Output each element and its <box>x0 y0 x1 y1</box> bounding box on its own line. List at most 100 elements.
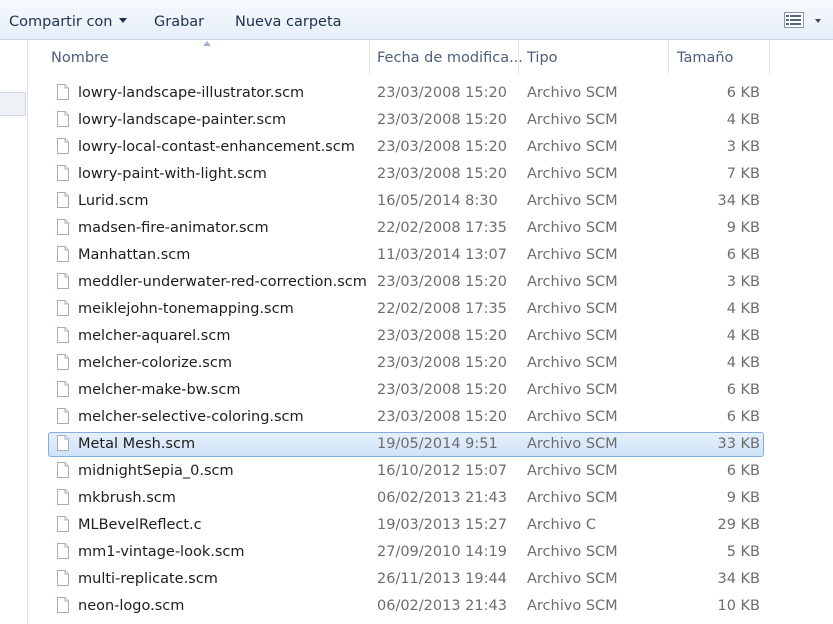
burn-button[interactable]: Grabar <box>154 12 204 32</box>
table-row[interactable]: mkbrush.scm 06/02/2013 21:43 Archivo SCM 9 … <box>42 486 822 511</box>
table-row[interactable]: lowry-local-contast-enhancement.scm 23/03… <box>42 135 822 160</box>
file-date: 23/03/2008 15:20 <box>377 112 507 128</box>
table-row[interactable]: neon-logo.scm 06/02/2013 21:43 Archivo SCM… <box>42 594 822 619</box>
column-header-size[interactable]: Tamaño <box>668 40 770 74</box>
file-type: Archivo SCM <box>527 247 618 263</box>
file-icon <box>57 435 69 451</box>
file-date: 22/02/2008 17:35 <box>377 301 507 317</box>
file-type: Archivo SCM <box>527 409 618 425</box>
file-size: 3 KB <box>726 274 760 290</box>
table-row[interactable]: meiklejohn-tonemapping.scm 22/02/2008 17:… <box>42 297 822 322</box>
file-icon <box>57 246 69 262</box>
file-date: 26/11/2013 19:44 <box>377 571 507 587</box>
file-icon <box>57 381 69 397</box>
file-type: Archivo SCM <box>527 571 618 587</box>
file-date: 23/03/2008 15:20 <box>377 166 507 182</box>
file-type: Archivo SCM <box>527 139 618 155</box>
file-icon <box>57 300 69 316</box>
file-list[interactable]: lowry-landscape-illustrator.scm 23/03/200… <box>42 60 833 624</box>
file-date: 23/03/2008 15:20 <box>377 85 507 101</box>
file-icon <box>57 111 69 127</box>
file-size: 7 KB <box>726 166 760 182</box>
file-icon <box>57 489 69 505</box>
file-size: 6 KB <box>726 85 760 101</box>
table-row[interactable]: meddler-underwater-red-correction.scm 23/… <box>42 270 822 295</box>
file-type: Archivo SCM <box>527 544 618 560</box>
file-size: 4 KB <box>726 355 760 371</box>
table-row[interactable]: multi-replicate.scm 26/11/2013 19:44 Archi… <box>42 567 822 592</box>
file-name: lowry-local-contast-enhancement.scm <box>78 139 355 155</box>
file-name: mm1-vintage-look.scm <box>78 544 245 560</box>
file-icon <box>57 192 69 208</box>
table-row[interactable]: lowry-landscape-illustrator.scm 23/03/200… <box>42 81 822 106</box>
details-view-icon[interactable] <box>784 12 804 28</box>
new-folder-button[interactable]: Nueva carpeta <box>235 12 342 32</box>
file-size: 3 KB <box>726 139 760 155</box>
file-size: 6 KB <box>726 409 760 425</box>
file-type: Archivo SCM <box>527 166 618 182</box>
file-name: meddler-underwater-red-correction.scm <box>78 274 367 290</box>
file-type: Archivo SCM <box>527 301 618 317</box>
table-row[interactable]: lowry-paint-with-light.scm 23/03/2008 15:… <box>42 162 822 187</box>
column-header-name[interactable]: Nombre <box>42 40 370 74</box>
file-type: Archivo SCM <box>527 85 618 101</box>
file-type: Archivo SCM <box>527 112 618 128</box>
table-row[interactable]: mm1-vintage-look.scm 27/09/2010 14:19 Arch… <box>42 540 822 565</box>
file-date: 23/03/2008 15:20 <box>377 409 507 425</box>
table-row-selected[interactable]: Metal Mesh.scm 19/05/2014 9:51 Archivo SCM… <box>42 432 822 457</box>
file-icon <box>57 138 69 154</box>
file-size: 6 KB <box>726 247 760 263</box>
view-options-dropdown-icon[interactable] <box>815 19 821 23</box>
table-row[interactable]: madsen-fire-animator.scm 22/02/2008 17:35… <box>42 216 822 241</box>
file-icon <box>57 165 69 181</box>
file-icon <box>57 543 69 559</box>
file-name: melcher-make-bw.scm <box>78 382 241 398</box>
file-name: lowry-landscape-illustrator.scm <box>78 85 305 101</box>
table-row[interactable]: Manhattan.scm 11/03/2014 13:07 Archivo SCM… <box>42 243 822 268</box>
file-type: Archivo SCM <box>527 598 618 614</box>
file-type: Archivo SCM <box>527 193 618 209</box>
file-name: neon-logo.scm <box>78 598 185 614</box>
share-with-button[interactable]: Compartir con <box>9 12 127 32</box>
file-size: 6 KB <box>726 463 760 479</box>
file-date: 19/03/2013 15:27 <box>377 517 507 533</box>
file-name: mkbrush.scm <box>78 490 176 506</box>
file-icon <box>57 219 69 235</box>
table-row[interactable]: melcher-colorize.scm 23/03/2008 15:20 Arch… <box>42 351 822 376</box>
navigation-selected-item[interactable] <box>0 92 26 116</box>
file-name: Manhattan.scm <box>78 247 191 263</box>
file-type: Archivo SCM <box>527 490 618 506</box>
navigation-pane[interactable] <box>0 40 28 624</box>
table-row[interactable]: melcher-make-bw.scm 23/03/2008 15:20 Archi… <box>42 378 822 403</box>
file-type: Archivo SCM <box>527 328 618 344</box>
file-name: meiklejohn-tonemapping.scm <box>78 301 294 317</box>
file-size: 29 KB <box>717 517 760 533</box>
file-date: 06/02/2013 21:43 <box>377 598 507 614</box>
table-row[interactable]: midnightSepia_0.scm 16/10/2012 15:07 Archi… <box>42 459 822 484</box>
table-row[interactable]: Lurid.scm 16/05/2014 8:30 Archivo SCM 34 KB <box>42 189 822 214</box>
file-icon <box>57 570 69 586</box>
file-size: 9 KB <box>726 220 760 236</box>
column-header-type[interactable]: Tipo <box>518 40 669 74</box>
file-name: MLBevelReflect.c <box>78 517 202 533</box>
table-row[interactable]: melcher-aquarel.scm 23/03/2008 15:20 Archi… <box>42 324 822 349</box>
file-date: 23/03/2008 15:20 <box>377 328 507 344</box>
file-date: 16/10/2012 15:07 <box>377 463 507 479</box>
file-icon <box>57 597 69 613</box>
file-type: Archivo SCM <box>527 274 618 290</box>
table-row[interactable]: MLBevelReflect.c 19/03/2013 15:27 Archivo … <box>42 513 822 538</box>
file-date: 23/03/2008 15:20 <box>377 382 507 398</box>
file-date: 23/03/2008 15:20 <box>377 139 507 155</box>
file-date: 27/09/2010 14:19 <box>377 544 507 560</box>
table-row[interactable]: lowry-landscape-painter.scm 23/03/2008 15… <box>42 108 822 133</box>
file-name: multi-replicate.scm <box>78 571 218 587</box>
file-size: 4 KB <box>726 112 760 128</box>
file-type: Archivo SCM <box>527 382 618 398</box>
file-type: Archivo SCM <box>527 463 618 479</box>
table-row[interactable]: melcher-selective-coloring.scm 23/03/2008… <box>42 405 822 430</box>
file-size: 34 KB <box>717 571 760 587</box>
column-header-date[interactable]: Fecha de modifica... <box>368 40 523 74</box>
file-date: 23/03/2008 15:20 <box>377 355 507 371</box>
file-type: Archivo SCM <box>527 355 618 371</box>
command-bar: Compartir con Grabar Nueva carpeta <box>0 0 833 40</box>
